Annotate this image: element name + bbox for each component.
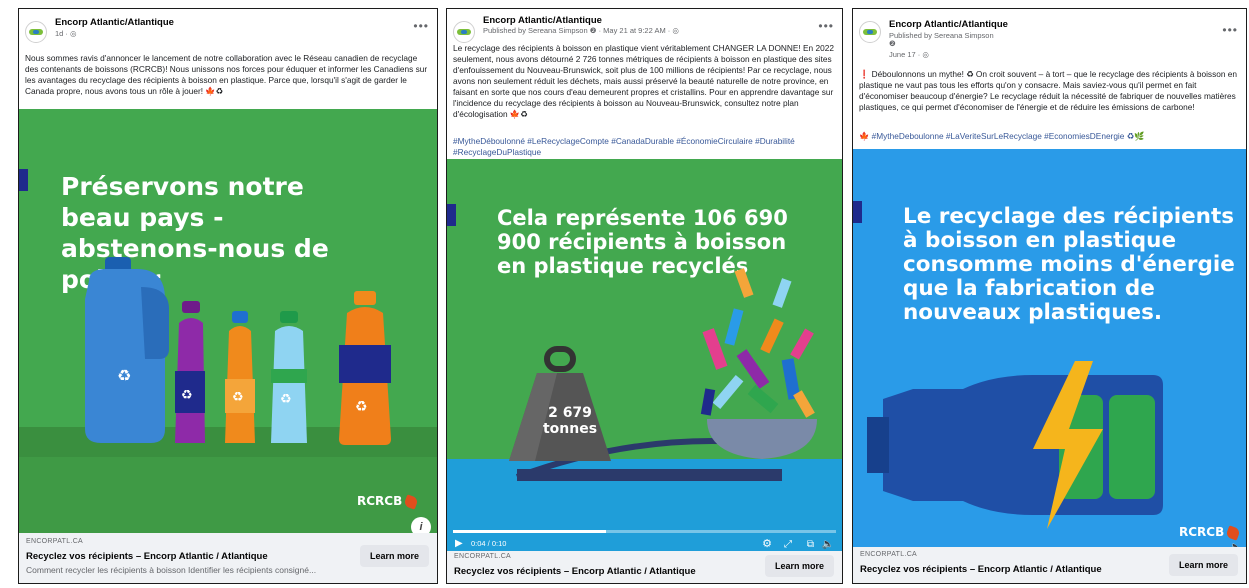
link-title[interactable]: Recyclez vos récipients – Encorp Atlanti… (454, 566, 696, 577)
post-byline: Published by Sereana Simpson (889, 31, 994, 40)
page-name[interactable]: Encorp Atlantic/Atlantique (889, 19, 1008, 30)
weight-label: 2 679 tonnes (540, 405, 600, 437)
post-text: ❗ Déboulonnons un mythe! ♻ On croit souv… (859, 69, 1237, 112)
post-text: Nous sommes ravis d'annoncer le lancemen… (25, 53, 428, 96)
volume-icon[interactable]: 🔈 (822, 539, 834, 550)
svg-text:♻: ♻ (280, 392, 292, 407)
bowl-with-bottles (700, 268, 817, 459)
page-avatar[interactable] (859, 21, 881, 43)
post-text: Le recyclage des récipients à boisson en… (453, 43, 834, 119)
post-byline: Published by Sereana Simpson ❷ · May 21 … (483, 26, 679, 35)
link-domain: ENCORPATL.CA (860, 551, 918, 558)
more-options-icon[interactable]: ••• (1222, 23, 1238, 37)
post-hashtags[interactable]: #MytheDéboulonné #LeRecyclageCompte #Can… (453, 136, 836, 158)
link-domain: ENCORPATL.CA (26, 538, 84, 545)
link-description: Comment recycler les récipients à boisso… (26, 565, 317, 575)
post-timestamp[interactable]: June 17 · ◎ (889, 50, 929, 59)
pip-icon[interactable]: ⧉ (807, 539, 814, 550)
link-title[interactable]: Recyclez vos récipients – Encorp Atlanti… (860, 564, 1102, 575)
bottles-illustration: ♻ ♻ ♻ ♻ ♻ (19, 257, 437, 535)
globe-icon: ◎ (672, 26, 679, 35)
post-header: Encorp Atlantic/Atlantique Published by … (859, 17, 1240, 59)
post-card-2: Encorp Atlantic/Atlantique Published by … (446, 8, 843, 584)
post-video[interactable]: Cela représente 106 690 900 récipients à… (447, 159, 842, 553)
page-name[interactable]: Encorp Atlantic/Atlantique (483, 15, 602, 26)
settings-icon[interactable]: ⚙ (762, 537, 772, 550)
video-progress-fill (453, 530, 607, 533)
page-avatar[interactable] (25, 21, 47, 43)
brand-logo: RCRCB (357, 493, 419, 510)
link-preview[interactable]: ENCORPATL.CA Recyclez vos récipients – E… (447, 551, 842, 583)
play-icon[interactable]: ▶ (455, 538, 463, 549)
svg-text:♻: ♻ (181, 388, 193, 403)
orange-bottle-small: ♻ (225, 311, 255, 443)
post-image[interactable]: Le recyclage des récipients à boisson en… (853, 149, 1246, 559)
link-preview[interactable]: ENCORPATL.CA Recyclez vos récipients – E… (19, 533, 437, 583)
post-header: Encorp Atlantic/Atlantique 1d · ◎ ••• (25, 17, 431, 47)
post-timestamp[interactable]: 1d · ◎ (55, 29, 77, 38)
learn-more-button[interactable]: Learn more (764, 555, 834, 577)
learn-more-button[interactable]: Learn more (359, 545, 429, 567)
link-preview[interactable]: ENCORPATL.CA Recyclez vos récipients – E… (853, 547, 1246, 583)
svg-text:♻: ♻ (355, 399, 368, 415)
bottle-battery-illustration (867, 361, 1163, 529)
more-options-icon[interactable]: ••• (818, 19, 834, 33)
svg-text:♻: ♻ (232, 390, 244, 405)
help-icon[interactable]: ❷ (889, 39, 896, 48)
video-time: 0:04 / 0:10 (471, 539, 507, 548)
more-options-icon[interactable]: ••• (413, 19, 429, 33)
scale-illustration (447, 268, 842, 553)
link-domain: ENCORPATL.CA (454, 553, 512, 560)
learn-more-button[interactable]: Learn more (1168, 554, 1238, 576)
fullscreen-icon[interactable]: ⤢ (784, 539, 792, 550)
globe-icon: ◎ (922, 50, 929, 59)
post-card-3: Encorp Atlantic/Atlantique Published by … (852, 8, 1247, 584)
jug-bottle: ♻ (85, 257, 169, 443)
help-icon[interactable]: ❷ (590, 26, 597, 35)
globe-icon: ◎ (70, 29, 77, 38)
water-bottle: ♻ (271, 311, 307, 443)
svg-text:♻: ♻ (117, 366, 131, 385)
orange-bottle-large: ♻ (339, 291, 391, 445)
weight-unit: tonnes (542, 421, 598, 437)
weight-value: 2 679 (548, 405, 592, 421)
post-card-1: Encorp Atlantic/Atlantique 1d · ◎ ••• No… (18, 8, 438, 584)
brand-logo: RCRCB (1179, 524, 1241, 541)
post-image[interactable]: Préservons notre beau pays - abstenons-n… (19, 109, 437, 535)
video-progress-track[interactable] (453, 530, 836, 533)
post-hashtags[interactable]: 🍁 #MytheDeboulonne #LaVeriteSurLeRecycla… (859, 131, 1240, 142)
page-name[interactable]: Encorp Atlantic/Atlantique (55, 17, 174, 28)
link-title[interactable]: Recyclez vos récipients – Encorp Atlanti… (26, 551, 268, 562)
purple-bottle: ♻ (175, 301, 205, 443)
page-avatar[interactable] (453, 21, 475, 43)
